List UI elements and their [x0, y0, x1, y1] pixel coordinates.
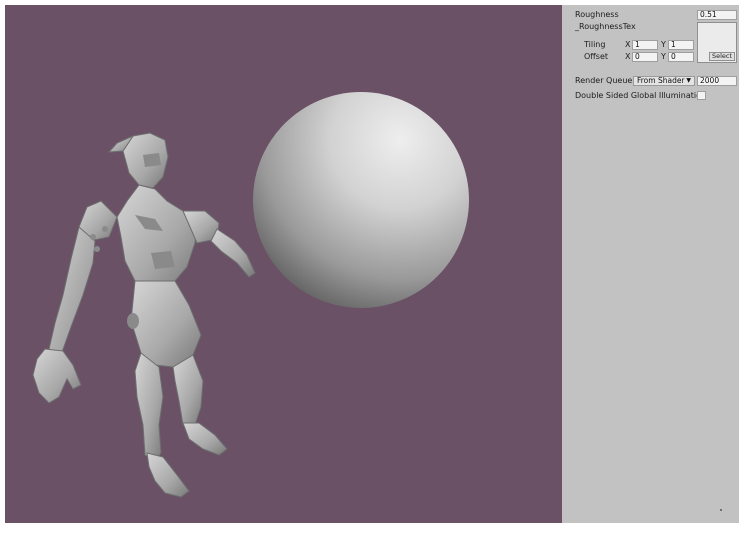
scene-viewport[interactable] [5, 5, 562, 523]
texture-select-button[interactable]: Select [708, 52, 735, 61]
offset-y-label: Y [661, 52, 666, 61]
render-queue-value-field[interactable]: 2000 [697, 76, 737, 86]
double-sided-gi-label: Double Sided Global Illumination [575, 91, 707, 100]
offset-label: Offset [584, 52, 609, 61]
roughness-value-field[interactable]: 0.51 [697, 10, 737, 20]
tiling-x-field[interactable]: 1 [632, 40, 658, 50]
offset-y-field[interactable]: 0 [668, 52, 694, 62]
render-queue-label: Render Queue [575, 76, 633, 85]
roughness-texture-slot[interactable]: Select [697, 22, 737, 63]
double-sided-gi-checkbox[interactable] [697, 91, 706, 100]
tiling-x-label: X [625, 40, 631, 49]
tiling-label: Tiling [584, 40, 606, 49]
roughness-tex-label: _RoughnessTex [575, 22, 636, 31]
tiling-y-field[interactable]: 1 [668, 40, 694, 50]
offset-x-label: X [625, 52, 631, 61]
chevron-down-icon: ▼ [686, 77, 691, 84]
render-queue-option: From Shader [637, 76, 685, 85]
tiling-y-label: Y [661, 40, 666, 49]
roughness-label: Roughness [575, 10, 619, 19]
sphere-model[interactable] [253, 92, 469, 308]
resize-grip-icon[interactable] [720, 509, 722, 511]
scene-render [32, 92, 469, 498]
offset-x-field[interactable]: 0 [632, 52, 658, 62]
render-queue-dropdown[interactable]: From Shader ▼ [633, 76, 695, 86]
inspector-panel: Roughness 0.51 _RoughnessTex Select Tili… [562, 5, 739, 523]
character-model[interactable] [32, 132, 256, 498]
